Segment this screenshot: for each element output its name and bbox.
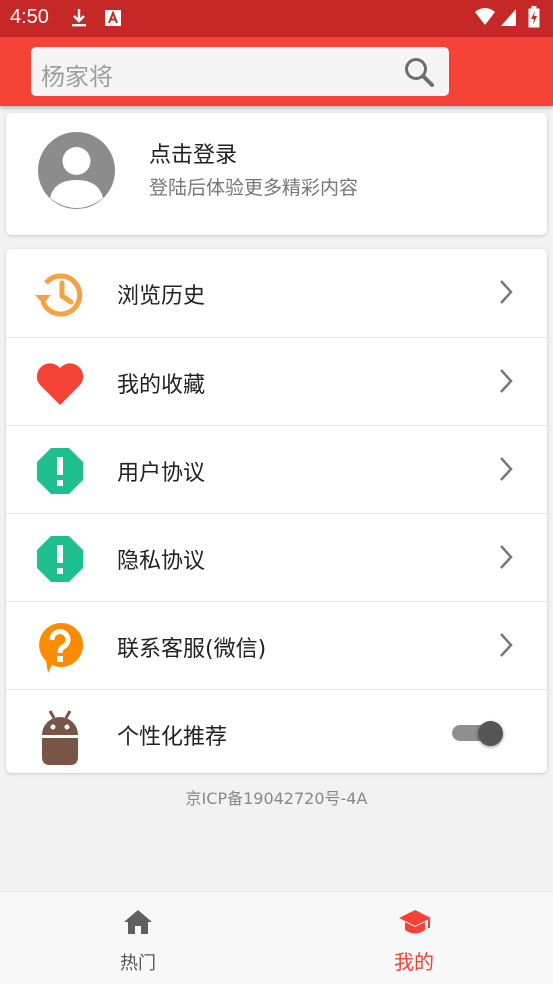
bottom-tab-bar: 热门 我的 [0,891,553,984]
menu-item-label: 联系客服(微信) [117,637,267,662]
tab-label: 热门 [120,953,156,974]
search-input[interactable]: 杨家将 [31,47,449,96]
login-subtitle: 登陆后体验更多精彩内容 [149,177,359,199]
menu-item-customer-service[interactable]: 联系客服(微信) [6,601,547,689]
menu-item-favorites[interactable]: 我的收藏 [6,337,547,425]
login-title[interactable]: 点击登录 [149,137,237,169]
menu-list: 浏览历史 我的收藏 用户协议 隐私协议 联系客服(微信) 个性化推荐 [6,249,547,773]
avatar[interactable] [38,132,115,209]
home-icon [122,908,154,940]
graduation-cap-icon [398,908,432,942]
menu-item-history[interactable]: 浏览历史 [6,249,547,337]
chevron-right-icon [498,367,514,399]
tab-mine[interactable]: 我的 [314,892,514,984]
status-bar: 4:50 [0,0,553,37]
battery-charging-icon [528,6,540,32]
icp-license-text: 京ICP备19042720号-4A [185,789,368,808]
signal-icon [500,8,517,31]
menu-item-label: 我的收藏 [117,373,206,398]
chevron-right-icon [498,543,514,575]
chevron-right-icon [498,631,514,663]
menu-item-label: 浏览历史 [117,284,206,309]
tab-hot[interactable]: 热门 [38,892,238,984]
app-header: 杨家将 [0,37,553,106]
personalized-recommendation-toggle[interactable] [452,721,506,746]
app-notification-icon [104,8,122,32]
menu-item-user-agreement[interactable]: 用户协议 [6,425,547,513]
login-card[interactable]: 点击登录 登陆后体验更多精彩内容 [6,113,547,235]
help-bubble-icon [34,621,86,673]
search-icon[interactable] [403,56,435,92]
status-time: 4:50 [10,6,49,28]
menu-item-label: 用户协议 [117,461,206,486]
tab-label: 我的 [394,950,434,974]
toggle-thumb[interactable] [478,721,503,746]
menu-item-privacy[interactable]: 隐私协议 [6,513,547,601]
chevron-right-icon [498,455,514,487]
download-icon [70,8,88,32]
chevron-right-icon [498,278,514,310]
heart-icon [34,357,86,409]
menu-item-label: 隐私协议 [117,549,206,574]
alert-octagon-icon [34,533,86,585]
menu-item-label: 个性化推荐 [117,725,228,750]
alert-octagon-icon [34,445,86,497]
wifi-icon [474,7,496,31]
menu-item-personalized-recommendation: 个性化推荐 [6,689,547,777]
search-placeholder: 杨家将 [41,63,113,91]
android-icon [34,709,86,765]
history-icon [34,268,86,320]
